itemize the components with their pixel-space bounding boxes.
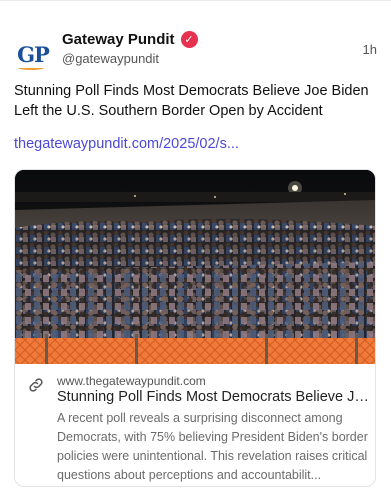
post-text: Stunning Poll Finds Most Democrats Belie… <box>14 83 369 119</box>
post-card[interactable]: GP Gateway Pundit ✓ @gatewaypundit 1h St… <box>0 0 391 500</box>
link-icon <box>27 376 45 394</box>
author-name[interactable]: Gateway Pundit <box>62 31 175 48</box>
avatar-swoosh <box>18 66 44 70</box>
post-link[interactable]: thegatewaypundit.com/2025/02/s... <box>14 136 239 152</box>
card-title[interactable]: Stunning Poll Finds Most Democrats Belie… <box>57 389 369 405</box>
author-handle[interactable]: @gatewaypundit <box>62 51 159 66</box>
link-preview-card[interactable]: www.thegatewaypundit.com Stunning Poll F… <box>14 169 376 487</box>
verified-badge-icon: ✓ <box>180 31 198 48</box>
card-description: A recent poll reveals a surprising disco… <box>57 411 368 482</box>
card-domain: www.thegatewaypundit.com <box>57 374 206 388</box>
link-preview-image[interactable] <box>15 170 375 364</box>
avatar-logo-text: GP <box>17 41 50 67</box>
post-header: GP Gateway Pundit ✓ @gatewaypundit 1h <box>14 29 377 73</box>
name-row: Gateway Pundit ✓ <box>62 31 198 48</box>
post-timestamp[interactable]: 1h <box>363 42 377 57</box>
crowd-photo <box>15 170 375 364</box>
avatar[interactable]: GP <box>14 35 52 73</box>
